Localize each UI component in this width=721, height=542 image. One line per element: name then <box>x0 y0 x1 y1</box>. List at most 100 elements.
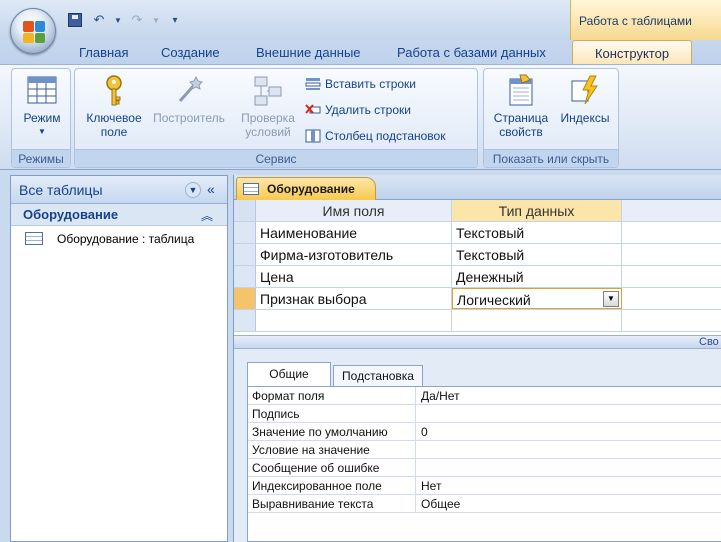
property-value[interactable] <box>416 441 721 458</box>
customize-toolbar-icon[interactable]: ▾ <box>166 11 184 29</box>
lookup-column-icon <box>305 129 321 143</box>
property-value[interactable]: Общее <box>416 495 721 512</box>
nav-group-collapse-icon[interactable]: ︽ <box>201 207 213 224</box>
field-name-cell[interactable]: Признак выбора <box>256 288 452 309</box>
property-sheet-button[interactable]: Страница свойств <box>488 73 554 139</box>
field-properties-pane: Общие Подстановка Формат поля Да/Нет Под… <box>234 349 721 542</box>
description-cell[interactable] <box>622 310 721 331</box>
property-value[interactable] <box>416 405 721 422</box>
navigation-pane: Все таблицы ▼ « Оборудование ︽ Оборудова… <box>10 175 228 542</box>
chevron-down-icon: ▼ <box>38 127 46 136</box>
table-row[interactable]: Наименование Текстовый <box>234 222 721 244</box>
view-button[interactable]: Режим ▼ <box>16 73 68 139</box>
group-tools-label: Сервис <box>75 149 477 167</box>
row-selector[interactable] <box>234 310 256 331</box>
key-icon <box>97 73 131 107</box>
row-selector[interactable] <box>234 266 256 287</box>
property-value[interactable]: Нет <box>416 477 721 494</box>
tab-home[interactable]: Главная <box>79 45 128 60</box>
field-properties-label: Сво <box>699 336 719 348</box>
property-label: Сообщение об ошибке <box>248 459 416 476</box>
property-row[interactable]: Формат поля Да/Нет <box>248 387 721 405</box>
table-row-new[interactable] <box>234 310 721 332</box>
field-name-cell[interactable]: Наименование <box>256 222 452 243</box>
property-row[interactable]: Выравнивание текста Общее <box>248 495 721 513</box>
table-row[interactable]: Фирма-изготовитель Текстовый <box>234 244 721 266</box>
nav-group-header[interactable]: Оборудование ︽ <box>11 204 227 226</box>
redo-icon[interactable]: ↷ <box>128 11 146 29</box>
group-views: Режим ▼ Режимы <box>11 68 71 168</box>
delete-rows-button[interactable]: Удалить строки <box>305 101 411 119</box>
property-label: Выравнивание текста <box>248 495 416 512</box>
description-cell[interactable] <box>622 244 721 265</box>
office-button[interactable] <box>10 8 56 54</box>
document-tab[interactable]: Оборудование <box>236 177 376 200</box>
undo-dropdown-icon[interactable]: ▼ <box>114 11 122 29</box>
description-cell[interactable] <box>622 266 721 287</box>
insert-rows-button[interactable]: Вставить строки <box>305 75 416 93</box>
insert-rows-icon <box>305 77 321 91</box>
table-row-selected[interactable]: Признак выбора Логический ▼ <box>234 288 721 310</box>
indexes-button[interactable]: Индексы <box>556 73 614 125</box>
data-type-cell[interactable]: Текстовый <box>452 244 622 265</box>
save-icon[interactable] <box>66 11 84 29</box>
tab-lookup[interactable]: Подстановка <box>333 365 423 386</box>
table-row[interactable]: Цена Денежный <box>234 266 721 288</box>
tab-general[interactable]: Общие <box>247 362 331 386</box>
property-row[interactable]: Условие на значение <box>248 441 721 459</box>
shutter-bar-collapse-icon[interactable]: « <box>207 181 215 197</box>
document-tab-label: Оборудование <box>267 182 355 196</box>
description-cell[interactable] <box>622 222 721 243</box>
undo-icon[interactable]: ↶ <box>90 11 108 29</box>
field-name-cell[interactable] <box>256 310 452 331</box>
field-name-cell[interactable]: Фирма-изготовитель <box>256 244 452 265</box>
builder-button[interactable]: Построитель <box>149 73 229 125</box>
redo-dropdown-icon[interactable]: ▼ <box>152 11 160 29</box>
primary-key-label-line2: поле <box>100 125 128 139</box>
data-type-combobox-value: Логический <box>457 292 531 308</box>
property-row[interactable]: Подпись <box>248 405 721 423</box>
property-value[interactable]: 0 <box>416 423 721 440</box>
grid-header-row: Имя поля Тип данных <box>234 200 721 222</box>
primary-key-button[interactable]: Ключевое поле <box>79 73 149 139</box>
tab-database-tools[interactable]: Работа с базами данных <box>397 45 546 60</box>
table-design-document: Оборудование Имя поля Тип данных Наимено… <box>233 175 721 542</box>
row-selector[interactable] <box>234 222 256 243</box>
delete-rows-label: Удалить строки <box>325 103 411 117</box>
description-cell[interactable] <box>622 288 721 309</box>
header-description[interactable] <box>622 200 721 221</box>
property-row[interactable]: Индексированное поле Нет <box>248 477 721 495</box>
property-row[interactable]: Значение по умолчанию 0 <box>248 423 721 441</box>
chevron-down-icon[interactable]: ▼ <box>603 291 619 307</box>
test-validation-rules-button[interactable]: Проверка условий <box>233 73 303 139</box>
lookup-column-button[interactable]: Столбец подстановок <box>305 127 445 145</box>
select-all-corner[interactable] <box>234 200 256 221</box>
property-value[interactable]: Да/Нет <box>416 387 721 404</box>
field-properties-splitter[interactable]: Сво <box>234 335 721 349</box>
contextual-tab-group: Работа с таблицами <box>570 0 721 40</box>
nav-pane-menu-icon[interactable]: ▼ <box>185 182 201 198</box>
tab-create[interactable]: Создание <box>161 45 220 60</box>
tab-external-data[interactable]: Внешние данные <box>256 45 361 60</box>
nav-item-table[interactable]: Оборудование : таблица <box>11 226 227 252</box>
contextual-tab-group-label: Работа с таблицами <box>579 14 692 28</box>
field-design-grid: Имя поля Тип данных Наименование Текстов… <box>234 200 721 335</box>
row-selector[interactable] <box>234 244 256 265</box>
indexes-lightning-icon <box>568 73 602 107</box>
field-name-cell[interactable]: Цена <box>256 266 452 287</box>
property-value[interactable] <box>416 459 721 476</box>
data-type-cell[interactable] <box>452 310 622 331</box>
data-type-combobox[interactable]: Логический ▼ <box>452 288 622 309</box>
header-field-name[interactable]: Имя поля <box>256 200 452 221</box>
property-label: Подпись <box>248 405 416 422</box>
nav-pane-header[interactable]: Все таблицы ▼ « <box>11 176 227 204</box>
header-data-type[interactable]: Тип данных <box>452 200 622 221</box>
data-type-cell[interactable]: Текстовый <box>452 222 622 243</box>
tab-design[interactable]: Конструктор <box>572 40 692 65</box>
property-row[interactable]: Сообщение об ошибке <box>248 459 721 477</box>
data-type-cell[interactable]: Денежный <box>452 266 622 287</box>
property-sheet-label-line2: свойств <box>499 125 543 139</box>
builder-label: Построитель <box>153 111 225 125</box>
row-selector-active[interactable] <box>234 288 256 309</box>
table-icon <box>243 183 259 195</box>
